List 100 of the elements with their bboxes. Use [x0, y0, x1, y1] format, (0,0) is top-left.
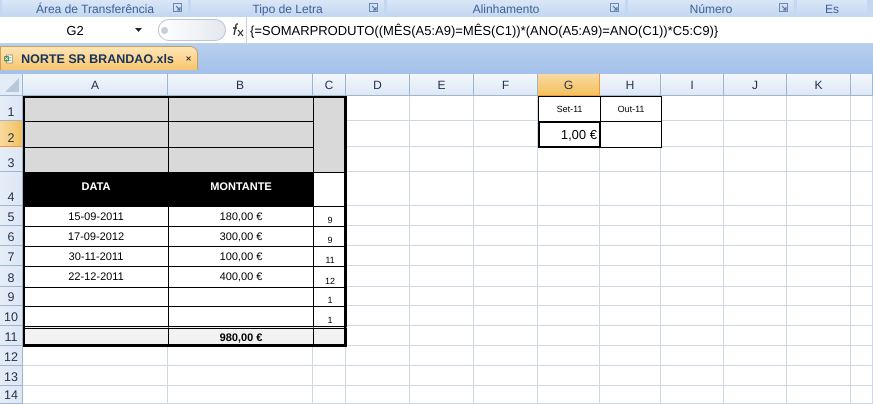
dialog-launcher-icon[interactable] — [779, 3, 788, 12]
column-header[interactable]: F — [474, 74, 538, 96]
table-cell — [724, 346, 787, 366]
table-cell — [600, 366, 661, 386]
row-header[interactable]: 1 — [0, 96, 23, 121]
table-cell — [410, 366, 474, 386]
column-header[interactable]: G — [538, 74, 600, 96]
table-cell — [661, 366, 724, 386]
column-header[interactable]: J — [724, 74, 787, 96]
table-cell — [474, 246, 538, 266]
table-cell — [410, 346, 474, 366]
table-cell[interactable]: 1,00 € — [538, 121, 601, 148]
table-cell — [661, 206, 724, 226]
table-cell — [851, 246, 873, 266]
table-cell — [851, 287, 873, 306]
table-cell — [661, 226, 724, 246]
table-cell — [538, 386, 600, 404]
table-cell — [724, 147, 787, 172]
workbook-tab[interactable]: NORTE SR BRANDAO.xls — [0, 46, 198, 70]
table-cell — [410, 172, 474, 206]
table-cell — [313, 386, 346, 404]
formula-field[interactable]: {=SOMARPRODUTO((MÊS(A5:A9)=MÊS(C1))*(ANO(A5:A9)=ANO(C1))*C5:C9)} — [246, 17, 873, 43]
table-cell — [410, 147, 474, 172]
row-header[interactable]: 7 — [0, 246, 23, 266]
table-cell — [410, 266, 474, 287]
table-cell — [661, 266, 724, 287]
row-header[interactable]: 5 — [0, 206, 23, 226]
ribbon-group-label: Alinhamento — [472, 2, 540, 16]
table-cell — [661, 147, 724, 172]
row-header[interactable]: 9 — [0, 287, 23, 306]
table-cell — [600, 206, 661, 226]
row-header[interactable]: 8 — [0, 266, 23, 287]
table-cell — [346, 386, 410, 404]
column-header[interactable]: H — [600, 74, 661, 96]
table-cell — [538, 366, 600, 386]
table-cell — [538, 206, 600, 226]
row-header[interactable]: 6 — [0, 226, 23, 246]
row-header[interactable]: 3 — [0, 147, 23, 172]
table-cell — [474, 206, 538, 226]
table-cell — [787, 366, 851, 386]
table-cell — [410, 121, 474, 147]
formula-bar-handle[interactable] — [158, 19, 226, 41]
table-cell — [474, 306, 538, 326]
ribbon-group-label: Es — [824, 2, 839, 16]
table-cell — [410, 326, 474, 346]
table-cell — [600, 346, 661, 366]
row-header[interactable]: 14 — [0, 386, 23, 404]
table-cell[interactable] — [600, 121, 662, 148]
dialog-launcher-icon[interactable] — [369, 3, 378, 12]
ribbon-group-label: Área de Transferência — [36, 2, 154, 16]
dialog-launcher-icon[interactable] — [610, 3, 619, 12]
table-cell — [538, 246, 600, 266]
dialog-launcher-icon[interactable] — [173, 3, 182, 12]
table-cell — [474, 346, 538, 366]
table-cell — [600, 246, 661, 266]
row-header[interactable]: 10 — [0, 306, 23, 326]
column-header[interactable]: I — [661, 74, 724, 96]
table-cell — [410, 226, 474, 246]
table-cell — [474, 326, 538, 346]
name-box[interactable]: G2 — [0, 17, 150, 43]
table-cell — [346, 366, 410, 386]
table-cell — [661, 287, 724, 306]
row-header[interactable]: 11 — [0, 326, 23, 346]
table-cell — [661, 306, 724, 326]
table-cell — [474, 366, 538, 386]
table-cell — [661, 386, 724, 404]
table-cell — [724, 172, 787, 206]
column-header[interactable]: A — [23, 74, 168, 96]
row-header[interactable]: 13 — [0, 366, 23, 386]
column-header[interactable]: D — [346, 74, 410, 96]
column-header[interactable]: B — [168, 74, 313, 96]
table-cell — [474, 147, 538, 172]
table-cell — [474, 386, 538, 404]
table-cell: Set-11 — [538, 96, 601, 122]
ribbon-group-label: Tipo de Letra — [252, 2, 323, 16]
row-header[interactable]: 12 — [0, 346, 23, 366]
ribbon-group-label: Número — [690, 2, 732, 16]
table-cell — [538, 326, 600, 346]
column-header[interactable]: C — [313, 74, 346, 96]
row-header[interactable]: 2 — [0, 121, 23, 147]
table-cell — [474, 266, 538, 287]
table-cell — [724, 246, 787, 266]
table-cell — [724, 306, 787, 326]
table-cell — [661, 172, 724, 206]
column-header[interactable]: K — [787, 74, 851, 96]
table-cell — [787, 172, 851, 206]
table-cell — [600, 306, 661, 326]
table-cell — [851, 266, 873, 287]
table-cell — [538, 172, 600, 206]
column-header[interactable]: E — [410, 74, 474, 96]
table-cell: Out-11 — [600, 96, 662, 122]
table-cell — [538, 226, 600, 246]
table-cell — [538, 287, 600, 306]
table-cell — [787, 226, 851, 246]
row-header[interactable]: 4 — [0, 172, 23, 206]
close-icon[interactable] — [186, 54, 191, 63]
table-cell — [851, 346, 873, 366]
table-cell — [851, 172, 873, 206]
table-cell — [851, 206, 873, 226]
table-cell — [851, 226, 873, 246]
